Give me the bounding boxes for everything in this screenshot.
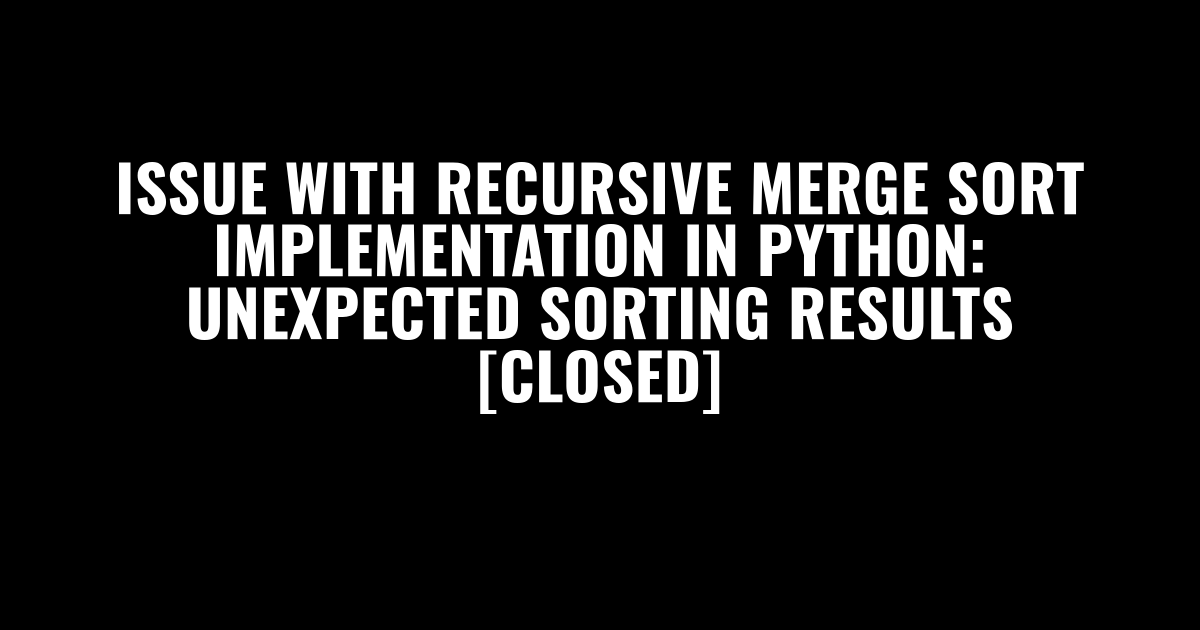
title-container: ISSUE WITH RECURSIVE MERGE SORT IMPLEMEN… (0, 155, 1200, 406)
page-title: ISSUE WITH RECURSIVE MERGE SORT IMPLEMEN… (70, 155, 1130, 406)
